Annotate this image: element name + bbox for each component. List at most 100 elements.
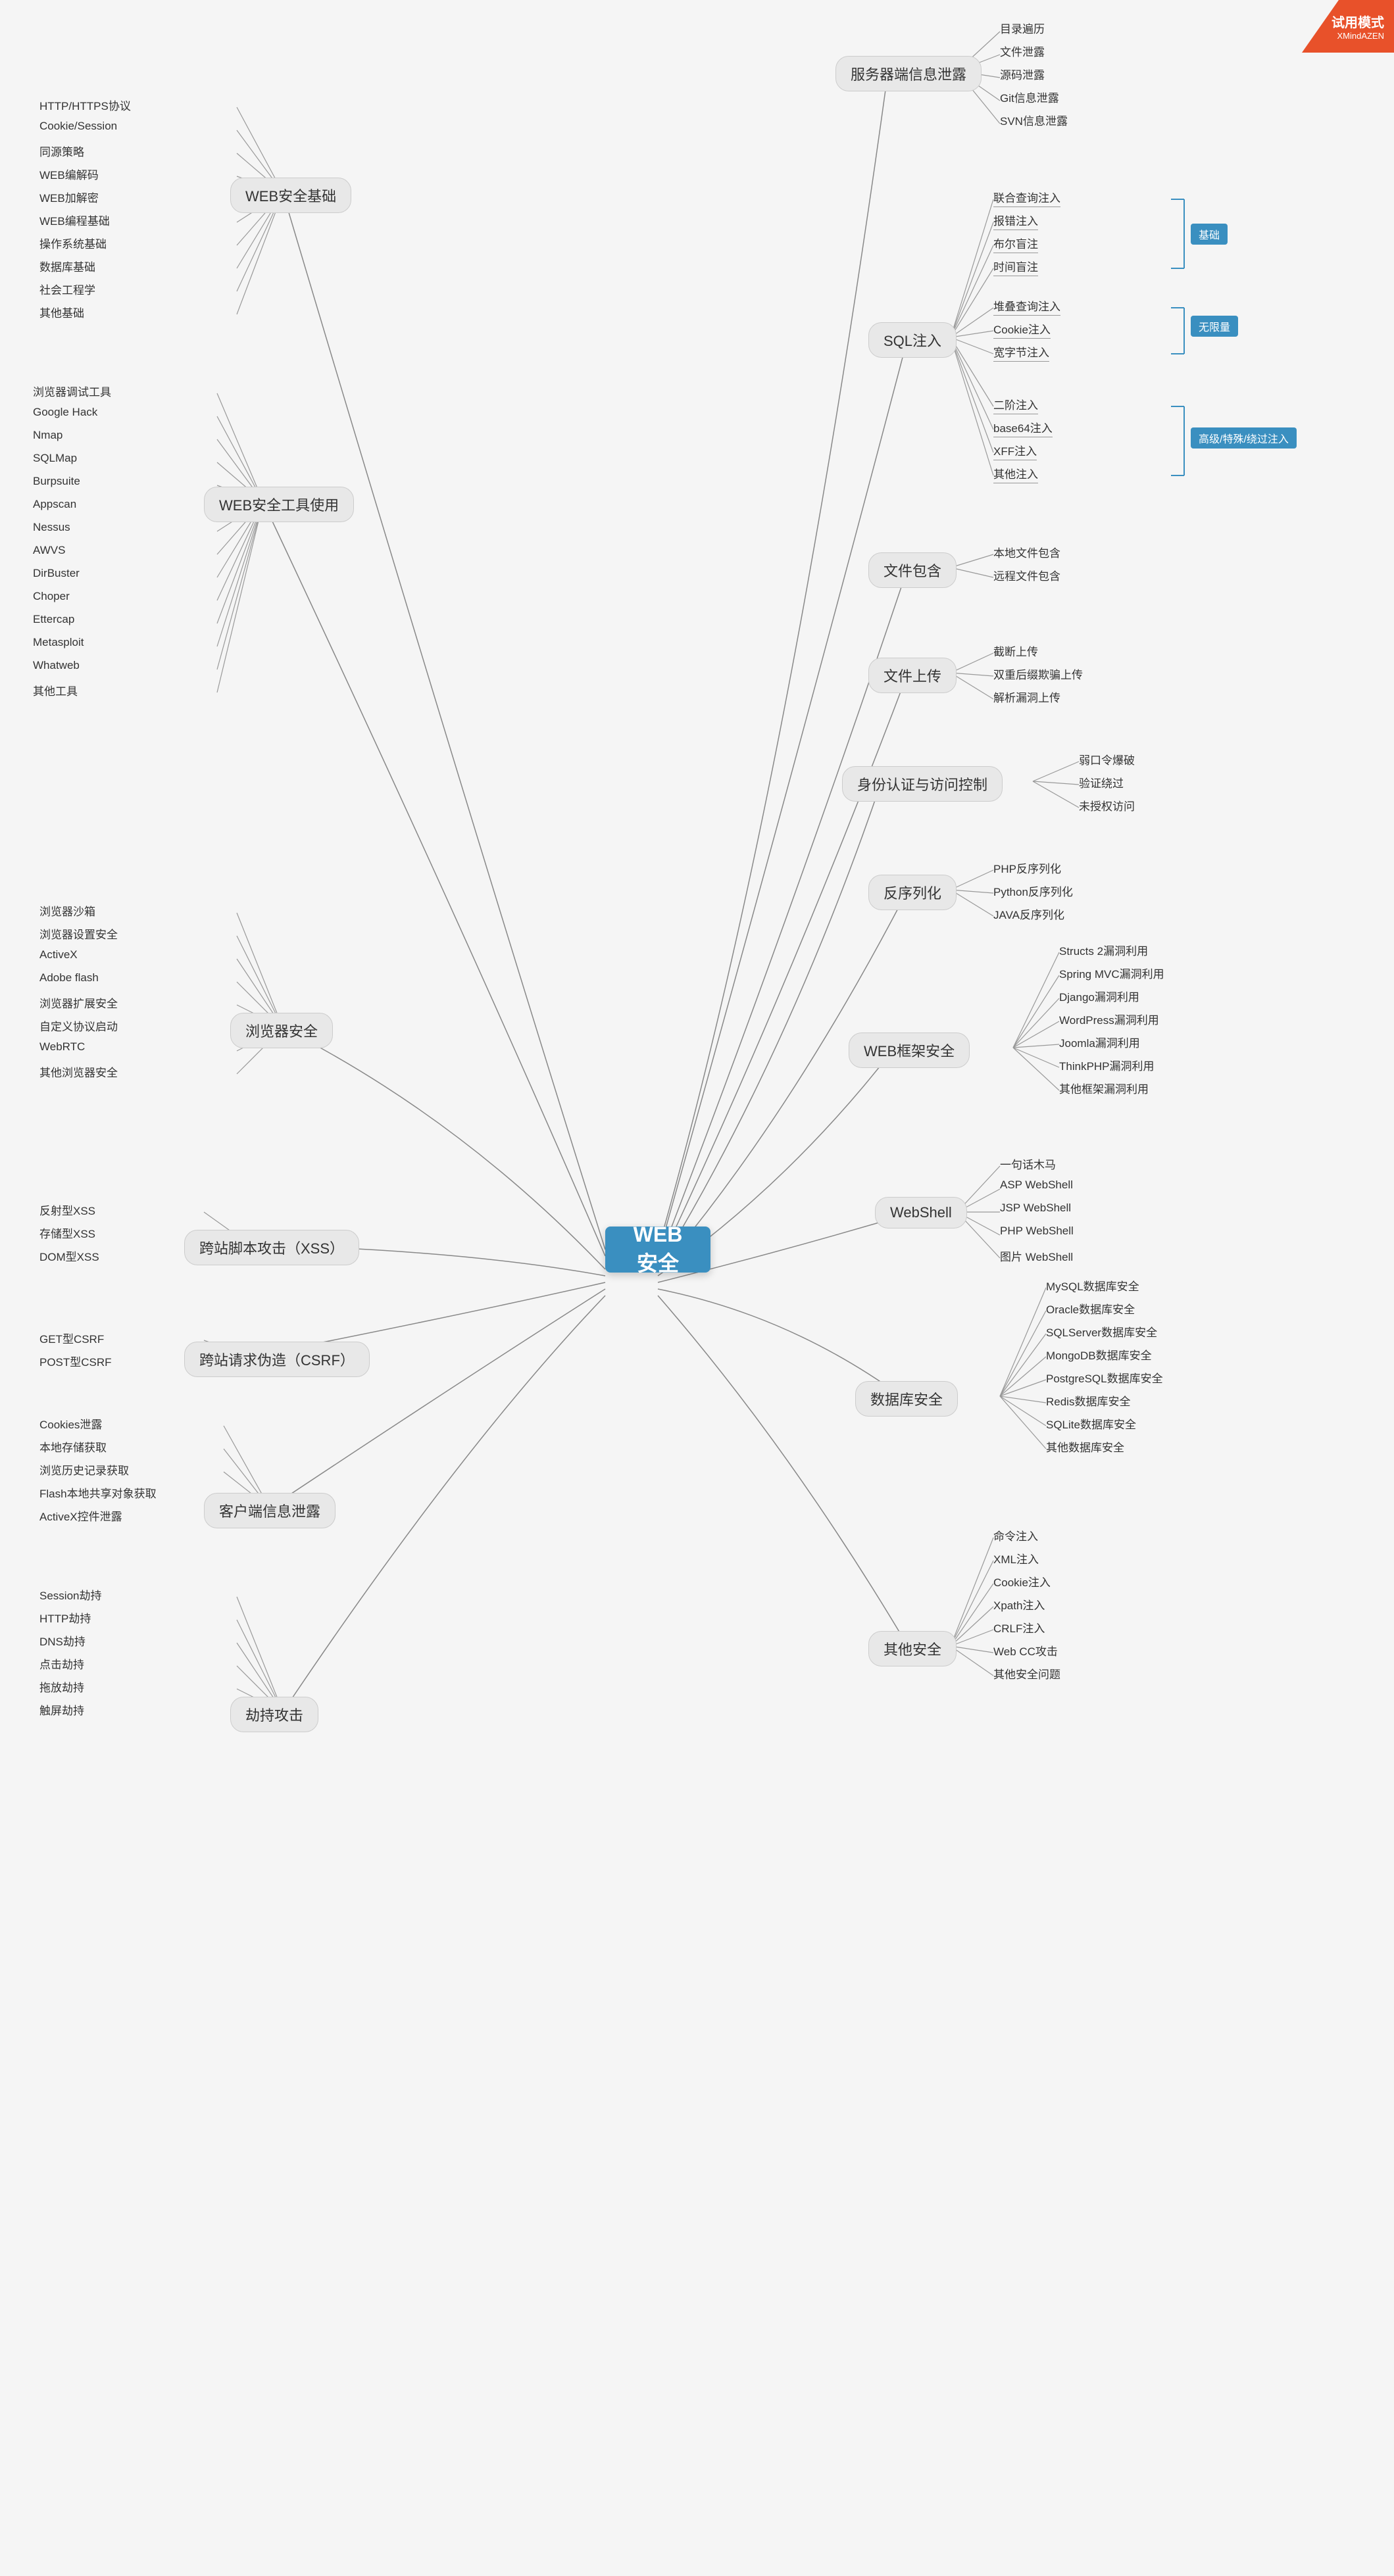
center-label: WEB安全	[632, 1223, 684, 1277]
leaf-other-misc: 其他安全问题	[993, 1665, 1060, 1682]
leaf-sql-wide: 宽字节注入	[993, 343, 1049, 362]
leaf-browser-flash: Adobe flash	[39, 971, 99, 984]
leaf-server-source: 源码泄露	[1000, 66, 1045, 82]
leaf-basics-other: 其他基础	[39, 304, 84, 320]
leaf-db-mysql: MySQL数据库安全	[1046, 1277, 1139, 1294]
branch-auth: 身份认证与访问控制	[842, 766, 1003, 802]
leaf-hijack-dns: DNS劫持	[39, 1632, 86, 1649]
brand-text: XMindAZEN	[1337, 31, 1384, 41]
leaf-basics-db: 数据库基础	[39, 258, 95, 274]
leaf-fw-other: 其他框架漏洞利用	[1059, 1080, 1149, 1096]
leaf-db-sqlserver: SQLServer数据库安全	[1046, 1323, 1157, 1340]
leaf-sql-error: 报错注入	[993, 212, 1038, 230]
branch-client-leak: 客户端信息泄露	[204, 1493, 336, 1528]
leaf-ws-onejiao: 一句话木马	[1000, 1155, 1056, 1172]
branch-file-upload-label: 文件上传	[884, 665, 941, 686]
center-node: WEB安全	[605, 1227, 710, 1273]
branch-client-leak-label: 客户端信息泄露	[219, 1500, 320, 1521]
leaf-other-crlf: CRLF注入	[993, 1619, 1045, 1636]
leaf-browser-sandbox: 浏览器沙箱	[39, 902, 95, 919]
leaf-auth-weak: 弱口令爆破	[1079, 751, 1135, 767]
branch-hijack-label: 劫持攻击	[245, 1704, 303, 1725]
leaf-sql-xff: XFF注入	[993, 442, 1037, 460]
leaf-browser-activex: ActiveX	[39, 948, 78, 961]
leaf-db-mongo: MongoDB数据库安全	[1046, 1346, 1152, 1363]
branch-db-security: 数据库安全	[855, 1381, 958, 1417]
branch-other-security-label: 其他安全	[884, 1638, 941, 1659]
leaf-browser-ext: 浏览器扩展安全	[39, 994, 118, 1011]
badge-basic: 基础	[1191, 224, 1228, 245]
leaf-client-activex: ActiveX控件泄露	[39, 1507, 122, 1524]
leaf-tools-other: 其他工具	[33, 682, 78, 698]
branch-sql: SQL注入	[868, 322, 957, 358]
leaf-fw-wordpress: WordPress漏洞利用	[1059, 1011, 1159, 1027]
leaf-deser-java: JAVA反序列化	[993, 906, 1064, 922]
leaf-browser-protocol: 自定义协议启动	[39, 1017, 118, 1034]
leaf-db-oracle: Oracle数据库安全	[1046, 1300, 1135, 1317]
leaf-sql-base64: base64注入	[993, 419, 1053, 437]
leaf-server-git: Git信息泄露	[1000, 89, 1059, 105]
leaf-db-redis: Redis数据库安全	[1046, 1392, 1130, 1409]
leaf-other-cookie: Cookie注入	[993, 1573, 1051, 1590]
leaf-fw-django: Django漏洞利用	[1059, 988, 1139, 1004]
connection-lines	[0, 0, 1394, 2576]
leaf-basics-cookie: Cookie/Session	[39, 120, 117, 133]
leaf-basics-prog: WEB编程基础	[39, 212, 110, 228]
leaf-deser-python: Python反序列化	[993, 883, 1073, 899]
leaf-ws-php: PHP WebShell	[1000, 1225, 1074, 1238]
leaf-hijack-session: Session劫持	[39, 1586, 101, 1603]
leaf-ws-img: 图片 WebShell	[1000, 1248, 1073, 1264]
branch-browser-security-label: 浏览器安全	[245, 1020, 318, 1041]
leaf-tools-appscan: Appscan	[33, 498, 76, 511]
branch-auth-label: 身份认证与访问控制	[857, 773, 987, 794]
badge-advanced: 高级/特殊/绕过注入	[1191, 427, 1297, 449]
leaf-client-flash: Flash本地共享对象获取	[39, 1484, 157, 1501]
badge-unlimited: 无限量	[1191, 316, 1238, 337]
leaf-ws-jsp: JSP WebShell	[1000, 1202, 1071, 1215]
branch-webshell: WebShell	[875, 1197, 967, 1228]
leaf-other-xpath: Xpath注入	[993, 1596, 1045, 1613]
leaf-other-cmd: 命令注入	[993, 1527, 1038, 1543]
leaf-tools-google: Google Hack	[33, 406, 97, 419]
leaf-upload-parse: 解析漏洞上传	[993, 689, 1060, 705]
leaf-file-local: 本地文件包含	[993, 544, 1060, 560]
leaf-basics-os: 操作系统基础	[39, 235, 107, 251]
leaf-deser-php: PHP反序列化	[993, 860, 1061, 876]
branch-file-include: 文件包含	[868, 552, 957, 588]
leaf-sql-other: 其他注入	[993, 465, 1038, 483]
branch-csrf: 跨站请求伪造（CSRF）	[184, 1342, 370, 1377]
leaf-fw-spring: Spring MVC漏洞利用	[1059, 965, 1164, 981]
branch-xss: 跨站脚本攻击（XSS）	[184, 1230, 359, 1265]
leaf-auth-unauth: 未授权访问	[1079, 797, 1135, 814]
branch-web-framework-label: WEB框架安全	[864, 1040, 955, 1061]
leaf-sql-time: 时间盲注	[993, 258, 1038, 276]
branch-csrf-label: 跨站请求伪造（CSRF）	[199, 1349, 355, 1370]
branch-db-security-label: 数据库安全	[870, 1388, 943, 1409]
leaf-other-xml: XML注入	[993, 1550, 1039, 1567]
branch-xss-label: 跨站脚本攻击（XSS）	[199, 1237, 344, 1258]
trial-text: 试用模式	[1332, 12, 1384, 31]
leaf-file-remote: 远程文件包含	[993, 567, 1060, 583]
leaf-client-cookies: Cookies泄露	[39, 1415, 102, 1432]
leaf-csrf-get: GET型CSRF	[39, 1330, 104, 1346]
leaf-browser-settings: 浏览器设置安全	[39, 925, 118, 942]
branch-server-info: 服务器端信息泄露	[835, 56, 982, 91]
branch-web-tools: WEB安全工具使用	[204, 487, 354, 522]
mindmap-container: 试用模式 XMindAZEN	[0, 0, 1394, 2576]
leaf-csrf-post: POST型CSRF	[39, 1353, 112, 1369]
leaf-basics-social: 社会工程学	[39, 281, 95, 297]
branch-webshell-label: WebShell	[890, 1204, 952, 1221]
leaf-hijack-http: HTTP劫持	[39, 1609, 91, 1626]
leaf-hijack-touch: 触屏劫持	[39, 1701, 84, 1718]
leaf-sql-stack: 堆叠查询注入	[993, 297, 1060, 316]
leaf-tools-whatweb: Whatweb	[33, 659, 80, 672]
branch-file-upload: 文件上传	[868, 658, 957, 693]
leaf-upload-truncate: 截断上传	[993, 643, 1038, 659]
leaf-tools-burpsuite: Burpsuite	[33, 475, 80, 488]
leaf-fw-thinkphp: ThinkPHP漏洞利用	[1059, 1057, 1155, 1073]
branch-web-framework: WEB框架安全	[849, 1033, 970, 1068]
leaf-tools-choper: Choper	[33, 590, 70, 603]
branch-browser-security: 浏览器安全	[230, 1013, 333, 1048]
branch-deserialize-label: 反序列化	[884, 882, 941, 903]
leaf-xss-reflect: 反射型XSS	[39, 1202, 95, 1218]
